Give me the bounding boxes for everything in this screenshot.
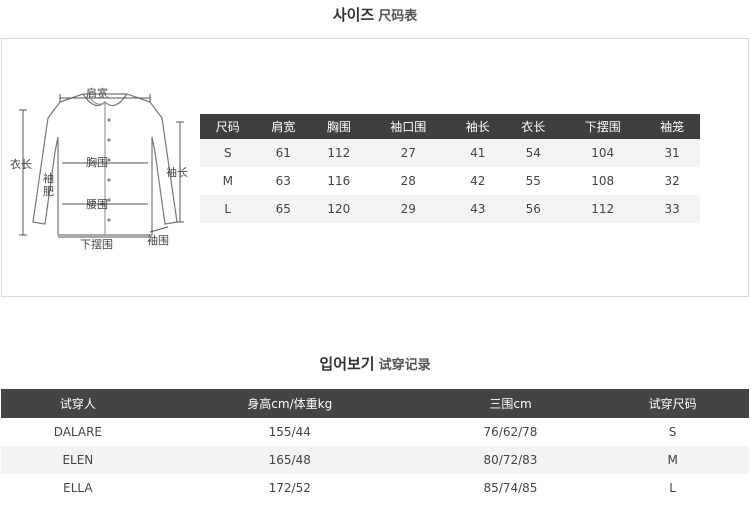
fitting-table-cell: 76/62/78 [424,418,597,446]
size-chart-title: 사이즈 尺码表 [0,4,750,25]
fitting-table-cell: L [596,474,749,502]
fitting-record-title-chinese: 试穿记录 [378,358,431,373]
fitting-table-row: DALARE 155/44 76/62/78 S [1,418,749,446]
size-table-cell: 63 [255,167,312,195]
size-table-header: 袖口围 [366,114,450,139]
diagram-label-shoulder: 肩宽 [86,86,108,100]
shirt-measurement-diagram: 肩宽 衣长 胸围 袖长 袖 肥 腰围 下摆围 袖围 [10,86,188,251]
diagram-label-armhole-2: 肥 [43,185,54,198]
diagram-label-cuff: 袖围 [147,233,169,247]
size-table-cell: 31 [644,139,700,167]
size-table-cell: 56 [505,195,562,223]
size-table-header: 下摆围 [561,114,645,139]
size-table-cell: 27 [366,139,450,167]
size-table-row: S 61 112 27 41 54 104 31 [200,139,700,167]
fitting-table-header: 试穿尺码 [596,389,749,418]
fitting-table-cell: DALARE [1,418,155,446]
fitting-table-cell: ELEN [1,446,155,474]
fitting-table-cell: 165/48 [154,446,425,474]
size-table-header: 尺码 [200,114,256,139]
fitting-table-header: 三围cm [424,389,597,418]
fitting-table-cell: M [596,446,749,474]
size-chart-title-korean: 사이즈 [332,6,375,24]
size-table-cell: 33 [644,195,700,223]
size-chart-title-chinese: 尺码表 [378,9,418,24]
size-table-cell: 108 [561,167,645,195]
size-table-cell: 32 [644,167,700,195]
size-table-cell: 43 [449,195,506,223]
fitting-table-cell: 155/44 [154,418,425,446]
size-table-cell: 120 [311,195,367,223]
fitting-table-row: ELLA 172/52 85/74/85 L [1,474,749,502]
size-table-row: M 63 116 28 42 55 108 32 [200,167,700,195]
size-table-cell: 55 [505,167,562,195]
fitting-table-header-row: 试穿人 身高cm/体重kg 三围cm 试穿尺码 [1,389,749,418]
diagram-label-sleeve: 袖长 [166,165,188,179]
size-table-cell: 112 [311,139,367,167]
size-table-cell: 61 [255,139,312,167]
size-table-cell: 112 [561,195,645,223]
size-table-cell: 116 [311,167,367,195]
diagram-label-hem: 下摆围 [80,237,113,251]
size-table-cell: 65 [255,195,312,223]
size-table: 尺码 肩宽 胸围 袖口围 袖长 衣长 下摆围 袖笼 S 61 112 27 41… [200,114,700,223]
fitting-table-cell: ELLA [1,474,155,502]
fitting-table-row: ELEN 165/48 80/72/83 M [1,446,749,474]
size-table-cell: 41 [449,139,506,167]
size-table-header-row: 尺码 肩宽 胸围 袖口围 袖长 衣长 下摆围 袖笼 [200,114,700,139]
fitting-table-cell: 172/52 [154,474,425,502]
diagram-label-length: 衣长 [10,157,32,171]
size-table-header: 胸围 [311,114,367,139]
fitting-table-cell: S [596,418,749,446]
size-table-header: 肩宽 [255,114,312,139]
size-table-cell: L [200,195,256,223]
size-table-cell: 54 [505,139,562,167]
diagram-label-armhole-1: 袖 [43,171,54,185]
size-table-cell: 42 [449,167,506,195]
fitting-table-cell: 85/74/85 [424,474,597,502]
fitting-table-header: 试穿人 [1,389,155,418]
size-table-row: L 65 120 29 43 56 112 33 [200,195,700,223]
size-table-cell: 28 [366,167,450,195]
size-table-cell: 29 [366,195,450,223]
fitting-table-cell: 80/72/83 [424,446,597,474]
size-table-header: 袖长 [449,114,506,139]
fitting-record-table: 试穿人 身高cm/体重kg 三围cm 试穿尺码 DALARE 155/44 76… [1,389,749,502]
fitting-record-title-korean: 입어보기 [319,355,375,373]
size-table-header: 衣长 [505,114,562,139]
fitting-record-title: 입어보기 试穿记录 [0,353,750,374]
diagram-label-chest: 胸围 [86,155,108,169]
fitting-table-header: 身高cm/体重kg [154,389,425,418]
size-table-cell: M [200,167,256,195]
size-table-cell: 104 [561,139,645,167]
diagram-label-waist: 腰围 [86,198,108,211]
size-table-cell: S [200,139,256,167]
size-table-header: 袖笼 [644,114,700,139]
